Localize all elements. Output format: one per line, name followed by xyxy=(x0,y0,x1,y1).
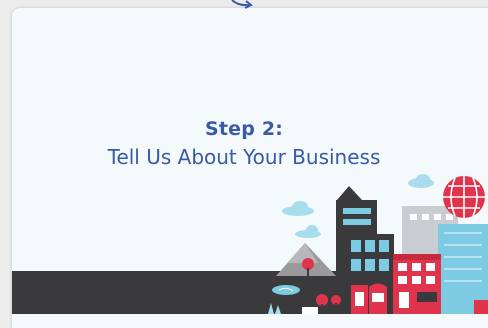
cityscape-illustration xyxy=(268,174,488,314)
